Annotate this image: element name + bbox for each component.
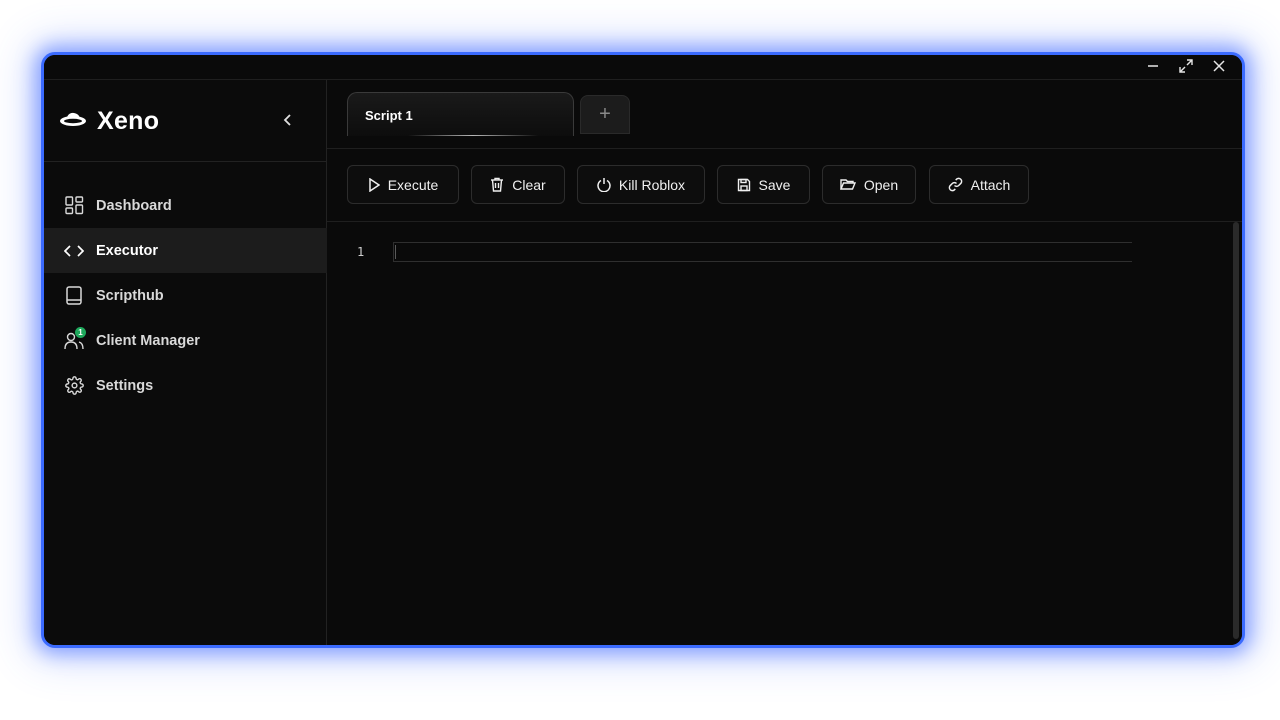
tab-script-1[interactable]: Script 1 <box>347 92 574 136</box>
execute-label: Execute <box>387 176 439 193</box>
sidebar-item-label: Scripthub <box>96 287 164 304</box>
dashboard-icon <box>64 196 84 216</box>
kill-roblox-button[interactable]: Kill Roblox <box>577 165 705 204</box>
current-line-highlight <box>393 242 1132 262</box>
xeno-logo-icon <box>60 112 86 126</box>
sidebar-item-executor[interactable]: Executor <box>44 228 327 273</box>
plus-icon: + <box>599 103 611 125</box>
book-icon <box>64 286 84 306</box>
script-tabs: Script 1 + <box>327 80 1242 149</box>
sidebar-item-client-manager[interactable]: 1 Client Manager <box>44 318 327 363</box>
line-number: 1 <box>357 245 365 259</box>
collapse-sidebar-button[interactable] <box>276 108 300 132</box>
title-bar <box>44 55 1242 80</box>
open-button[interactable]: Open <box>822 165 916 204</box>
clear-button[interactable]: Clear <box>471 165 565 204</box>
app-window: Xeno Dashboard Executor Scripthub 1 Clie… <box>41 52 1245 648</box>
sidebar-item-dashboard[interactable]: Dashboard <box>44 183 327 228</box>
close-button[interactable] <box>1206 56 1232 76</box>
sidebar-item-label: Dashboard <box>96 197 172 214</box>
link-icon <box>948 177 962 192</box>
attach-button[interactable]: Attach <box>929 165 1029 204</box>
users-icon: 1 <box>64 326 86 351</box>
tab-label: Script 1 <box>365 108 413 123</box>
text-caret <box>395 245 396 259</box>
folder-open-icon <box>839 179 856 190</box>
save-button[interactable]: Save <box>717 165 810 204</box>
sidebar-item-scripthub[interactable]: Scripthub <box>44 273 327 318</box>
sidebar-item-label: Settings <box>96 377 154 394</box>
sidebar-item-settings[interactable]: Settings <box>44 363 327 408</box>
main-panel: Script 1 + Execute Clear Kill Roblox Sav… <box>327 80 1242 645</box>
clear-label: Clear <box>512 176 546 193</box>
kill-roblox-label: Kill Roblox <box>618 176 686 193</box>
sidebar-item-label: Client Manager <box>96 332 200 349</box>
minimize-button[interactable] <box>1140 56 1166 76</box>
app-name: Xeno <box>97 107 160 135</box>
client-count-badge: 1 <box>75 326 86 338</box>
save-label: Save <box>758 176 791 193</box>
power-icon <box>597 178 611 192</box>
gear-icon <box>64 376 84 396</box>
chevron-left-icon <box>283 114 291 126</box>
save-icon <box>737 178 750 191</box>
maximize-icon <box>1179 59 1193 73</box>
editor-toolbar: Execute Clear Kill Roblox Save Open Atta… <box>327 149 1242 222</box>
trash-icon <box>491 177 504 192</box>
code-icon <box>64 241 84 261</box>
sidebar: Xeno Dashboard Executor Scripthub 1 Clie… <box>44 80 327 645</box>
open-label: Open <box>863 176 899 193</box>
play-icon <box>368 177 380 192</box>
execute-button[interactable]: Execute <box>347 165 459 204</box>
attach-label: Attach <box>970 176 1011 193</box>
active-tab-indicator <box>408 135 538 136</box>
maximize-button[interactable] <box>1173 56 1199 76</box>
sidebar-item-label: Executor <box>96 242 159 259</box>
close-icon <box>1213 60 1225 72</box>
vertical-scrollbar[interactable] <box>1233 222 1239 639</box>
sidebar-nav: Dashboard Executor Scripthub 1 Client Ma… <box>44 183 327 408</box>
brand-header: Xeno <box>44 80 327 162</box>
add-tab-button[interactable]: + <box>580 95 630 134</box>
minimize-icon <box>1148 65 1158 67</box>
code-editor[interactable]: 1 <box>327 222 1242 645</box>
